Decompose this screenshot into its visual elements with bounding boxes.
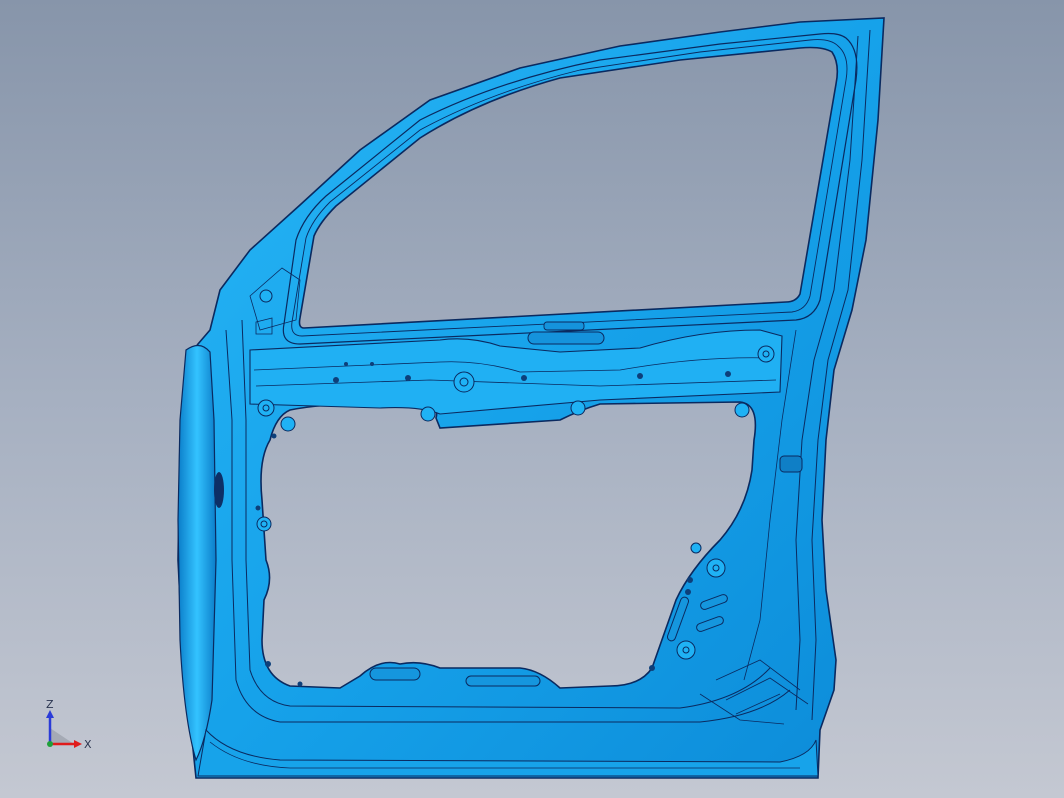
hole bbox=[333, 377, 339, 383]
hole bbox=[344, 362, 348, 366]
hole bbox=[255, 505, 261, 511]
hole bbox=[271, 433, 277, 439]
slot bbox=[369, 667, 421, 681]
boss bbox=[420, 406, 436, 422]
z-axis-label: Z bbox=[46, 698, 54, 711]
boss bbox=[260, 520, 268, 528]
window-regulator-slot-top bbox=[543, 321, 585, 331]
x-axis-arrow bbox=[74, 740, 82, 748]
door-inner-panel-model[interactable] bbox=[0, 0, 1064, 798]
boss bbox=[682, 646, 690, 654]
hole bbox=[687, 577, 693, 583]
z-axis-arrow bbox=[46, 710, 54, 718]
hole bbox=[521, 375, 527, 381]
hole bbox=[297, 681, 303, 687]
hole bbox=[370, 362, 374, 366]
hinge-face bbox=[177, 344, 217, 762]
boss bbox=[259, 289, 273, 303]
hole bbox=[265, 661, 271, 667]
boss bbox=[762, 350, 770, 358]
hole bbox=[405, 375, 411, 381]
hole bbox=[637, 373, 643, 379]
latch-recess bbox=[779, 455, 803, 473]
slot bbox=[465, 675, 541, 687]
boss bbox=[262, 404, 270, 412]
graphics-viewport[interactable]: Z X bbox=[0, 0, 1064, 798]
hole bbox=[685, 589, 691, 595]
window-regulator-slot bbox=[527, 331, 605, 345]
hinge-slot bbox=[214, 472, 224, 508]
x-axis-label: X bbox=[84, 738, 92, 751]
y-axis-dot bbox=[47, 741, 53, 747]
boss bbox=[734, 402, 750, 418]
triad-plane-shading bbox=[50, 728, 74, 744]
axis-triad: Z X bbox=[46, 698, 92, 751]
hole bbox=[725, 371, 731, 377]
boss bbox=[459, 377, 469, 387]
hole bbox=[649, 665, 655, 671]
window-frame bbox=[282, 32, 858, 345]
boss bbox=[570, 400, 586, 416]
boss bbox=[280, 416, 296, 432]
boss bbox=[712, 564, 720, 572]
window-frame-inner bbox=[291, 39, 848, 337]
boss bbox=[690, 542, 702, 554]
